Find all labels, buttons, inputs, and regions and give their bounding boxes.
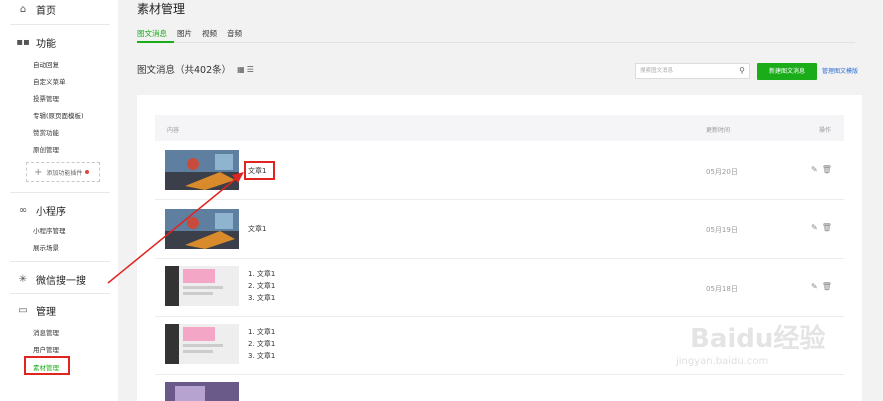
watermark-url: jingyan.baidu.com bbox=[676, 356, 769, 367]
watermark-logo: Baidu经验 bbox=[690, 324, 826, 354]
